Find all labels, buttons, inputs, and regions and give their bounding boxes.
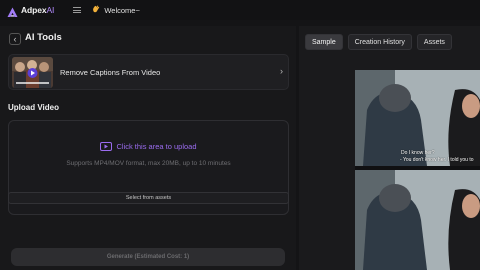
tab-sample[interactable]: Sample: [305, 34, 343, 50]
logo[interactable]: AdpexAI: [7, 5, 55, 17]
logo-text: AdpexAI: [21, 5, 55, 15]
logo-icon: [7, 5, 18, 17]
tab-assets[interactable]: Assets: [416, 34, 452, 50]
upload-section-title: Upload Video: [8, 103, 59, 112]
tool-panel: ‹ AI Tools Remove Captions From Video › …: [0, 26, 296, 270]
sample-frame-after: [355, 170, 480, 270]
caption-line-2: - You don't know her. I told you to: [400, 157, 474, 163]
generate-button[interactable]: Generate (Estimated Cost: 1): [11, 248, 285, 266]
menu-icon[interactable]: [73, 6, 82, 14]
caption-line-1: Do I know her?: [401, 150, 435, 156]
chevron-right-icon: ›: [280, 66, 283, 76]
tool-name: Remove Captions From Video: [60, 68, 161, 77]
select-from-assets-button[interactable]: Select from assets: [8, 192, 289, 204]
video-upload-icon: [100, 142, 113, 151]
upload-hint: Supports MP4/MOV format, max 20MB, up to…: [66, 160, 231, 167]
welcome-greeting: Welcome~: [92, 5, 140, 15]
tool-thumbnail: [12, 57, 53, 88]
tab-creation-history[interactable]: Creation History: [347, 34, 412, 50]
preview-panel: Sample Creation History Assets Do I know…: [299, 26, 480, 270]
upload-prompt: Click this area to upload: [9, 142, 288, 151]
page-title: AI Tools: [25, 32, 62, 43]
preview-tabs: Sample Creation History Assets: [305, 34, 457, 50]
sample-preview: Do I know her? - You don't know her. I t…: [355, 70, 480, 270]
selected-tool-card[interactable]: Remove Captions From Video ›: [8, 54, 289, 90]
chevron-left-icon: ‹: [13, 33, 17, 44]
back-button[interactable]: ‹: [9, 33, 21, 45]
top-bar: AdpexAI Welcome~: [0, 0, 480, 20]
upload-link-text[interactable]: Click this area to upload: [116, 142, 196, 151]
waving-hand-icon: [92, 5, 100, 15]
welcome-text: Welcome~: [104, 5, 140, 15]
sample-frame-before: Do I know her? - You don't know her. I t…: [355, 70, 480, 166]
